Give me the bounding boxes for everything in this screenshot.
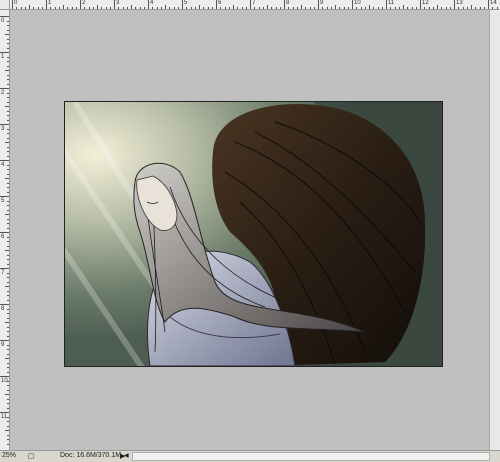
ruler-label: 3 (1, 126, 5, 132)
ruler-corner[interactable] (0, 0, 10, 10)
ruler-tick (318, 0, 319, 9)
ruler-tick (488, 0, 489, 9)
ruler-label: 13 (456, 0, 463, 6)
ruler-label: 11 (388, 0, 395, 6)
ruler-tick (0, 16, 9, 17)
ruler-label: 4 (1, 162, 5, 168)
ruler-tick (250, 0, 251, 9)
ruler-tick (352, 0, 353, 9)
ruler-label: 4 (150, 0, 154, 6)
ruler-label: 8 (1, 306, 5, 312)
ruler-label: 7 (1, 270, 5, 276)
ruler-label: 10 (354, 0, 361, 6)
zoom-level[interactable]: 25% (2, 452, 16, 459)
ruler-horizontal[interactable]: 0 1 2 3 4 5 6 7 8 9 10 11 12 13 14 (10, 0, 500, 10)
ruler-tick (0, 160, 9, 161)
ruler-label: 12 (422, 0, 429, 6)
ruler-tick (114, 0, 115, 9)
ruler-label: 5 (1, 198, 5, 204)
ruler-label: 14 (490, 0, 497, 6)
ruler-tick (182, 0, 183, 9)
status-bar: 25% ▢ Doc: 16.6M/370.1M ▶ ◀ (0, 450, 500, 462)
ruler-tick (216, 0, 217, 9)
artwork-image (65, 102, 442, 366)
ruler-label: 9 (1, 342, 5, 348)
ruler-tick (420, 0, 421, 9)
ruler-label: 5 (184, 0, 188, 6)
ruler-tick (148, 0, 149, 9)
ruler-label: 7 (252, 0, 256, 6)
document-canvas[interactable] (64, 101, 443, 367)
document-info: Doc: 16.6M/370.1M (60, 452, 122, 459)
ruler-tick (0, 52, 9, 53)
scroll-left-icon[interactable]: ◀ (124, 452, 129, 459)
ruler-label: 6 (1, 234, 5, 240)
status-page-icon[interactable]: ▢ (26, 452, 36, 461)
workspace (10, 10, 489, 450)
vertical-scrollbar[interactable] (489, 10, 500, 450)
horizontal-scrollbar[interactable] (132, 452, 490, 461)
ruler-tick (12, 0, 13, 9)
ruler-label: 6 (218, 0, 222, 6)
ruler-label: 1 (1, 54, 5, 60)
ruler-tick (0, 304, 9, 305)
ruler-tick (386, 0, 387, 9)
ruler-tick (0, 412, 9, 413)
ruler-tick (0, 124, 9, 125)
ruler-tick (0, 376, 9, 377)
ruler-tick (0, 88, 9, 89)
ruler-tick (0, 268, 9, 269)
ruler-tick (80, 0, 81, 9)
ruler-tick (454, 0, 455, 9)
ruler-tick (46, 0, 47, 9)
ruler-label: 3 (116, 0, 120, 6)
ruler-vertical[interactable]: 0 1 2 3 4 5 6 7 8 9 10 11 (0, 10, 10, 450)
ruler-label: 1 (48, 0, 52, 6)
ruler-tick (0, 340, 9, 341)
ruler-tick (0, 232, 9, 233)
ruler-tick (284, 0, 285, 9)
ruler-label: 2 (1, 90, 5, 96)
ruler-label: 0 (14, 0, 18, 6)
ruler-label: 2 (82, 0, 86, 6)
ruler-label: 8 (286, 0, 290, 6)
ruler-label: 9 (320, 0, 324, 6)
ruler-tick (0, 196, 9, 197)
ruler-label: 0 (1, 18, 5, 24)
